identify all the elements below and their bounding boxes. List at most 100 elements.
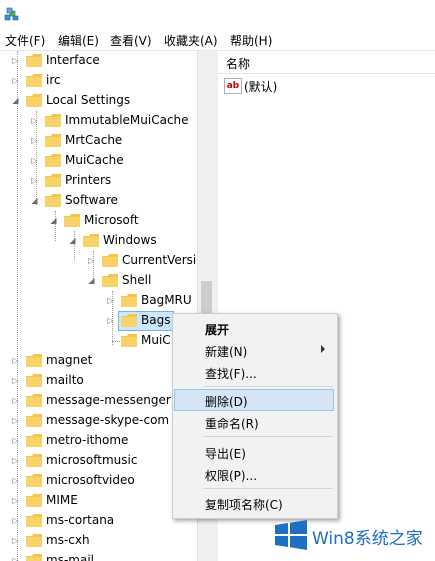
menu-separator	[203, 488, 333, 489]
tree-item[interactable]: ▷ ImmutableMuiCache	[0, 111, 197, 131]
collapse-toggle-icon[interactable]: ◢	[30, 196, 39, 205]
context-new[interactable]: 新建(N)	[175, 340, 333, 360]
expand-toggle-icon[interactable]: ▷	[30, 156, 39, 165]
folder-icon	[83, 234, 99, 247]
expand-toggle-icon[interactable]: ▷	[11, 476, 20, 485]
expand-toggle-icon[interactable]: ▷	[11, 76, 20, 85]
context-item-label: 新建(N)	[205, 345, 248, 359]
registry-editor-icon	[4, 7, 19, 21]
context-export[interactable]: 导出(E)	[175, 442, 333, 462]
tree-item[interactable]: ▷ message-skype-com	[0, 411, 197, 431]
tree-item[interactable]: ▷ MrtCache	[0, 131, 197, 151]
tree-item-label: MuiCache	[65, 153, 124, 167]
menu-file[interactable]: 文件(F)	[5, 32, 45, 49]
context-item-label: 权限(P)...	[205, 469, 258, 483]
tree-item[interactable]: ▷ message-messenger	[0, 391, 197, 411]
folder-icon	[26, 354, 42, 367]
expand-toggle-icon[interactable]: ▷	[11, 396, 20, 405]
context-expand[interactable]: 展开	[175, 318, 333, 338]
column-header-name[interactable]: 名称	[218, 51, 435, 74]
context-item-label: 重命名(R)	[205, 417, 259, 431]
collapse-toggle-icon[interactable]: ◢	[68, 236, 77, 245]
tree-item[interactable]: ▷ irc	[0, 71, 197, 91]
tree-item-label: microsoftvideo	[46, 473, 135, 487]
expand-toggle-icon[interactable]: ▷	[11, 416, 20, 425]
tree-item[interactable]: ▷ microsoftmusic	[0, 451, 197, 471]
context-copy-key-name[interactable]: 复制项名称(C)	[175, 493, 333, 513]
expand-toggle-icon[interactable]: ▷	[30, 176, 39, 185]
tree-item[interactable]: ▷ Interface	[0, 51, 197, 71]
context-item-label: 查找(F)...	[205, 367, 257, 381]
expand-toggle-icon[interactable]: ▷	[87, 256, 96, 265]
tree-item[interactable]: ▷ Printers	[0, 171, 197, 191]
folder-icon	[26, 534, 42, 547]
folder-icon	[45, 194, 61, 207]
tree-item[interactable]: ▷ CurrentVersio	[0, 251, 197, 271]
context-item-label: 导出(E)	[205, 447, 246, 461]
menu-separator	[203, 436, 333, 437]
tree-item[interactable]: ▷ ms-cxh	[0, 531, 197, 551]
value-name: (默认)	[244, 80, 278, 94]
title-bar	[0, 0, 435, 30]
tree-item[interactable]: ▷ ms-mail	[0, 551, 197, 561]
folder-icon	[26, 374, 42, 387]
expand-toggle-icon[interactable]: ▷	[11, 376, 20, 385]
tree-item-label: ms-mail	[46, 553, 94, 561]
tree-item[interactable]: ◢ Microsoft	[0, 211, 197, 231]
tree-item-label: MIME	[46, 493, 78, 507]
tree-item[interactable]: ◢ Shell	[0, 271, 197, 291]
context-rename[interactable]: 重命名(R)	[175, 412, 333, 432]
folder-icon	[26, 434, 42, 447]
expand-toggle-icon[interactable]: ▷	[30, 136, 39, 145]
tree-item-label: mailto	[46, 373, 84, 387]
tree-item-label: irc	[46, 73, 61, 87]
expand-toggle-icon[interactable]: ▷	[11, 556, 20, 561]
tree-item[interactable]: MuiC	[0, 331, 197, 351]
tree-item-label: Shell	[122, 273, 152, 287]
tree-item[interactable]: ◢ Windows	[0, 231, 197, 251]
collapse-toggle-icon[interactable]: ◢	[87, 276, 96, 285]
expand-toggle-icon[interactable]: ▷	[11, 516, 20, 525]
folder-icon	[45, 114, 61, 127]
tree-item-label: Local Settings	[46, 93, 131, 107]
windows-logo-icon	[275, 520, 307, 550]
menu-help[interactable]: 帮助(H)	[230, 32, 272, 49]
registry-tree[interactable]: ▷ Interface ▷ irc ◢ Local Settings ▷ Imm…	[0, 51, 197, 561]
expand-toggle-icon[interactable]: ▷	[11, 456, 20, 465]
expand-toggle-icon[interactable]: ▷	[11, 536, 20, 545]
menu-edit[interactable]: 编辑(E)	[58, 32, 99, 49]
folder-icon	[26, 74, 42, 87]
tree-item-label: Microsoft	[84, 213, 139, 227]
tree-item-label: message-skype-com	[46, 413, 170, 427]
tree-item[interactable]: ◢ Local Settings	[0, 91, 197, 111]
tree-item[interactable]: ▷ mailto	[0, 371, 197, 391]
tree-item-selected[interactable]: ▷ Bags	[0, 311, 197, 331]
menu-view[interactable]: 查看(V)	[110, 32, 152, 49]
expand-toggle-icon[interactable]: ▷	[11, 436, 20, 445]
context-item-label: 展开	[205, 323, 230, 337]
tree-item[interactable]: ▷ magnet	[0, 351, 197, 371]
expand-toggle-icon[interactable]: ▷	[11, 56, 20, 65]
tree-item-label: microsoftmusic	[46, 453, 138, 467]
tree-item[interactable]: ▷ MIME	[0, 491, 197, 511]
expand-toggle-icon[interactable]: ▷	[106, 296, 115, 305]
context-delete[interactable]: 删除(D)	[174, 389, 334, 411]
context-find[interactable]: 查找(F)...	[175, 362, 333, 382]
tree-item[interactable]: ◢ Software	[0, 191, 197, 211]
tree-item[interactable]: ▷ metro-ithome	[0, 431, 197, 451]
collapse-toggle-icon[interactable]: ◢	[49, 216, 58, 225]
folder-icon	[26, 494, 42, 507]
tree-item-label: MrtCache	[65, 133, 123, 147]
expand-toggle-icon[interactable]: ▷	[30, 116, 39, 125]
tree-item[interactable]: ▷ BagMRU	[0, 291, 197, 311]
expand-toggle-icon[interactable]: ▷	[106, 316, 115, 325]
collapse-toggle-icon[interactable]: ◢	[11, 96, 20, 105]
tree-item[interactable]: ▷ microsoftvideo	[0, 471, 197, 491]
tree-item[interactable]: ▷ MuiCache	[0, 151, 197, 171]
expand-toggle-icon[interactable]: ▷	[11, 356, 20, 365]
context-permissions[interactable]: 权限(P)...	[175, 464, 333, 484]
folder-icon	[121, 314, 137, 327]
expand-toggle-icon[interactable]: ▷	[11, 496, 20, 505]
menu-favorites[interactable]: 收藏夹(A)	[164, 32, 218, 49]
tree-item[interactable]: ▷ ms-cortana	[0, 511, 197, 531]
